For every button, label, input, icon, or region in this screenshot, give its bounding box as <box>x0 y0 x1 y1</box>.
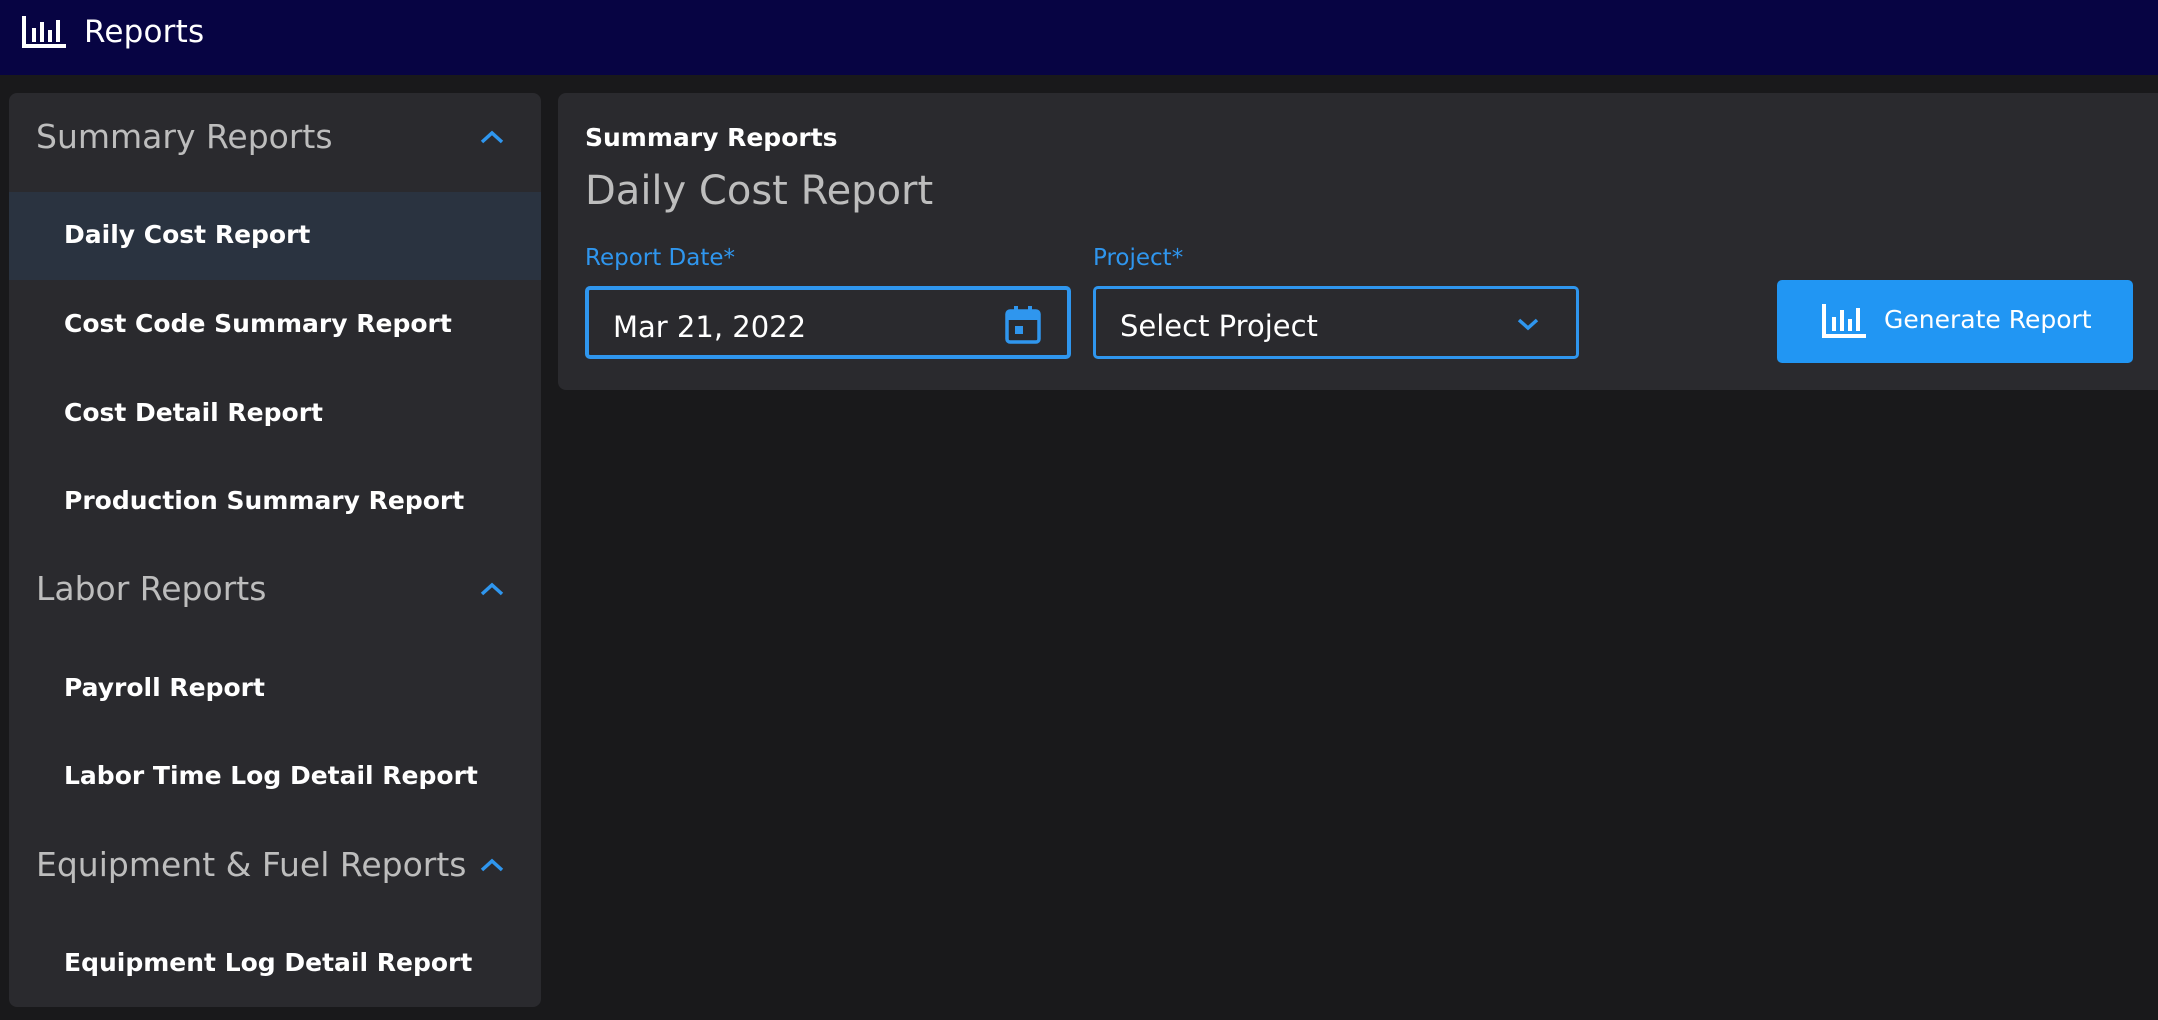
sidebar-item-label: Payroll Report <box>64 673 265 702</box>
generate-report-button[interactable]: Generate Report <box>1777 280 2133 363</box>
group-header-equipment-fuel-reports[interactable]: Equipment & Fuel Reports <box>9 821 541 909</box>
sidebar-item-production-summary-report[interactable]: Production Summary Report <box>9 458 541 546</box>
sidebar-item-label: Production Summary Report <box>64 486 465 515</box>
bar-chart-icon <box>22 16 66 48</box>
group-title: Labor Reports <box>36 569 267 608</box>
sidebar-item-cost-code-summary-report[interactable]: Cost Code Summary Report <box>9 281 541 369</box>
sidebar-item-payroll-report[interactable]: Payroll Report <box>9 645 541 733</box>
sidebar-item-label: Equipment Log Detail Report <box>64 948 473 977</box>
group-title: Summary Reports <box>36 117 333 156</box>
sidebar-item-label: Labor Time Log Detail Report <box>64 761 478 790</box>
reports-sidebar: Summary Reports Daily Cost Report Cost C… <box>9 93 541 1007</box>
sidebar-item-label: Cost Code Summary Report <box>64 309 452 338</box>
chevron-down-icon <box>1517 318 1539 331</box>
breadcrumb[interactable]: Summary Reports <box>585 123 838 152</box>
project-select-value: Select Project <box>1120 309 1318 343</box>
chevron-up-icon <box>480 858 504 872</box>
calendar-icon[interactable] <box>1005 306 1041 344</box>
top-app-bar: Reports <box>0 0 2158 75</box>
report-form-panel: Summary Reports Daily Cost Report Report… <box>558 93 2158 390</box>
project-select[interactable]: Select Project <box>1093 286 1579 359</box>
generate-report-label: Generate Report <box>1884 305 2092 334</box>
sidebar-item-daily-cost-report[interactable]: Daily Cost Report <box>9 192 541 280</box>
project-label: Project* <box>1093 245 1184 271</box>
sidebar-item-labor-time-log-detail-report[interactable]: Labor Time Log Detail Report <box>9 733 541 821</box>
sidebar-item-label: Cost Detail Report <box>64 398 323 427</box>
chevron-up-icon <box>480 130 504 144</box>
sidebar-item-equipment-log-detail-report[interactable]: Equipment Log Detail Report <box>9 920 541 1007</box>
page-title: Daily Cost Report <box>585 168 934 214</box>
sidebar-item-label: Daily Cost Report <box>64 220 311 249</box>
report-date-value: Mar 21, 2022 <box>613 310 807 344</box>
report-date-label: Report Date* <box>585 245 736 271</box>
report-date-field[interactable]: Mar 21, 2022 <box>585 286 1071 359</box>
group-header-labor-reports[interactable]: Labor Reports <box>9 545 541 633</box>
group-header-summary-reports[interactable]: Summary Reports <box>9 93 541 181</box>
bar-chart-icon <box>1822 304 1866 338</box>
group-title: Equipment & Fuel Reports <box>36 845 467 884</box>
sidebar-item-cost-detail-report[interactable]: Cost Detail Report <box>9 370 541 458</box>
app-title: Reports <box>84 14 205 50</box>
chevron-up-icon <box>480 582 504 596</box>
